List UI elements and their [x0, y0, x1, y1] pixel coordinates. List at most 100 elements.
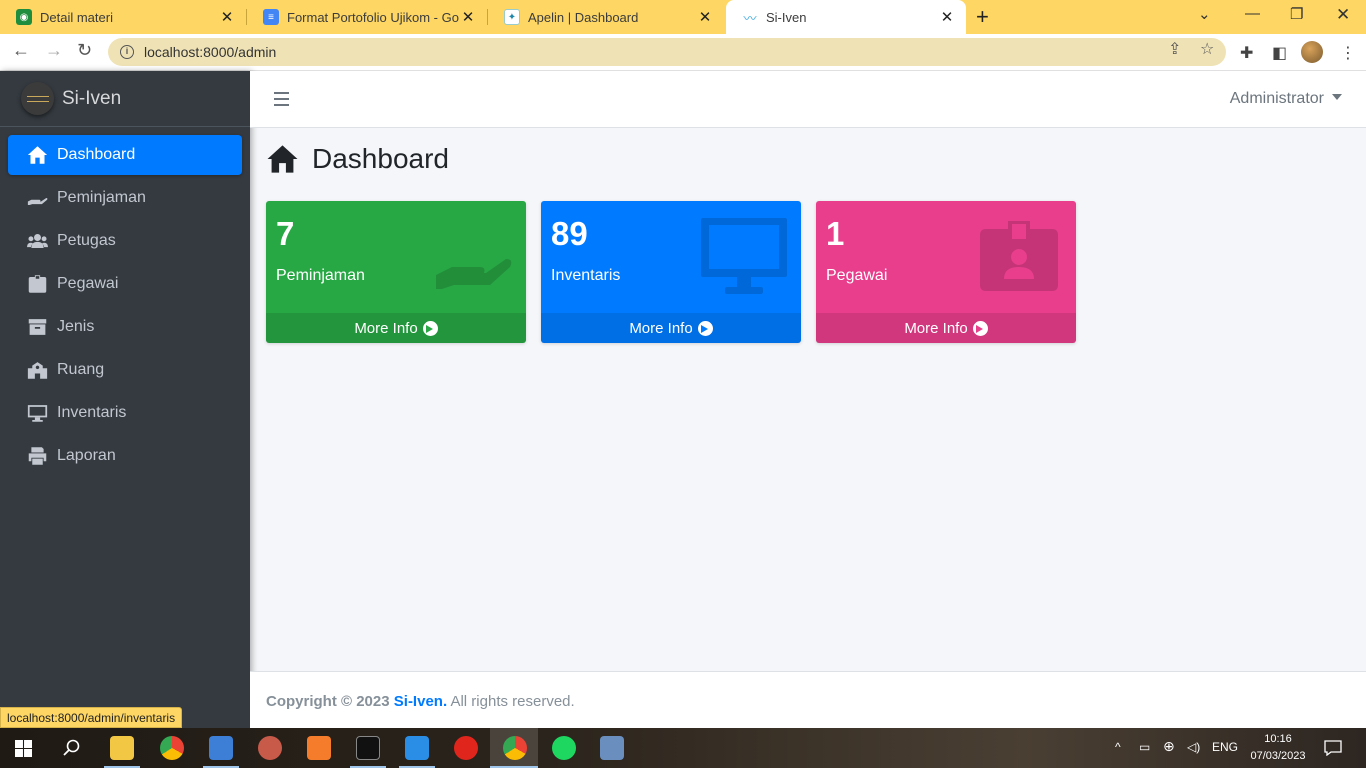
- browser-tab-strip: ◉ Detail materi ✕ ≡ Format Portofolio Uj…: [0, 0, 1366, 34]
- stat-label: Peminjaman: [276, 267, 365, 284]
- stat-value: 1: [826, 215, 845, 252]
- clock-time: 10:16: [1264, 733, 1292, 745]
- menu-toggle-icon[interactable]: [274, 92, 289, 106]
- network-globe-icon[interactable]: ⊕: [1163, 738, 1175, 755]
- windows-taskbar: ^ ▭ ⊕ ◁) ENG 10:16 07/03/2023: [0, 728, 1366, 768]
- sidebar-item-label: Petugas: [57, 232, 116, 249]
- sidebar-item-ruang[interactable]: Ruang: [8, 350, 242, 390]
- url-text: localhost:8000/admin: [144, 44, 277, 60]
- sidebar-item-jenis[interactable]: Jenis: [8, 307, 242, 347]
- footer-brand-link[interactable]: Si-Iven.: [394, 693, 447, 710]
- close-tab-icon[interactable]: ✕: [938, 8, 956, 26]
- more-info-label: More Info: [354, 319, 418, 337]
- more-info-link[interactable]: More Info: [541, 313, 801, 343]
- sidebar-item-peminjaman[interactable]: Peminjaman: [8, 178, 242, 218]
- bookmark-star-icon[interactable]: ☆: [1200, 39, 1214, 59]
- share-icon[interactable]: ⇪: [1168, 39, 1181, 59]
- search-icon[interactable]: [63, 739, 81, 757]
- remote-desktop-icon[interactable]: [600, 736, 624, 760]
- restore-button[interactable]: ❐: [1290, 5, 1303, 23]
- arrow-circle-right-icon: [697, 320, 713, 336]
- sidebar-nav: Dashboard Peminjaman Petugas Pegawai Jen…: [0, 127, 250, 476]
- tab-title: Apelin | Dashboard: [528, 9, 639, 25]
- url-bar[interactable]: i localhost:8000/admin: [108, 38, 1226, 66]
- hand-holding-icon: [436, 259, 512, 289]
- top-navbar: Administrator: [250, 71, 1366, 128]
- profile-avatar[interactable]: [1301, 41, 1323, 63]
- stat-box-pegawai: 1 Pegawai More Info: [816, 201, 1076, 343]
- chevron-up-icon[interactable]: ^: [1115, 740, 1121, 754]
- close-tab-icon[interactable]: ✕: [218, 8, 236, 26]
- stat-value: 7: [276, 215, 295, 252]
- system-clock[interactable]: 10:16 07/03/2023: [1246, 731, 1310, 765]
- browser-tab-active[interactable]: 〰 Si-Iven ✕: [726, 0, 966, 34]
- browser-tab[interactable]: ✦ Apelin | Dashboard ✕: [488, 0, 724, 34]
- site-info-icon[interactable]: i: [120, 45, 134, 59]
- classroom-icon: ◉: [16, 9, 32, 25]
- close-tab-icon[interactable]: ✕: [696, 8, 714, 26]
- home-icon: [27, 146, 48, 164]
- browser-tab[interactable]: ≡ Format Portofolio Ujikom - Goog ✕: [247, 0, 487, 34]
- sidebar-item-inventaris[interactable]: Inventaris: [8, 393, 242, 433]
- language-indicator[interactable]: ENG: [1212, 740, 1238, 754]
- opera-icon[interactable]: [454, 736, 478, 760]
- battery-icon[interactable]: ▭: [1139, 740, 1150, 754]
- windows-start-icon[interactable]: [15, 740, 32, 757]
- forward-button[interactable]: →: [45, 40, 63, 61]
- volume-icon[interactable]: ◁): [1187, 740, 1200, 754]
- paint-icon[interactable]: [209, 736, 233, 760]
- sidebar-item-label: Dashboard: [57, 146, 136, 163]
- arrow-circle-right-icon: [422, 320, 438, 336]
- close-window-button[interactable]: ✕: [1336, 5, 1350, 25]
- sidebar-item-dashboard[interactable]: Dashboard: [8, 135, 242, 175]
- chrome-icon[interactable]: [160, 736, 184, 760]
- more-info-label: More Info: [904, 319, 968, 337]
- stat-label: Pegawai: [826, 267, 888, 284]
- vscode-icon[interactable]: [405, 736, 429, 760]
- close-tab-icon[interactable]: ✕: [459, 8, 477, 26]
- sidebar-item-petugas[interactable]: Petugas: [8, 221, 242, 261]
- user-name: Administrator: [1229, 90, 1324, 107]
- reload-button[interactable]: ↻: [77, 40, 92, 61]
- more-info-label: More Info: [629, 319, 693, 337]
- tab-search-icon[interactable]: ⌄: [1198, 5, 1211, 23]
- browser-menu-icon[interactable]: ⋮: [1340, 43, 1356, 63]
- home-icon: [267, 145, 298, 173]
- user-dropdown[interactable]: Administrator: [1230, 90, 1342, 108]
- more-info-link[interactable]: More Info: [266, 313, 526, 343]
- page-footer: Copyright © 2023 Si-Iven. All rights res…: [250, 671, 1366, 728]
- desktop-icon: [27, 405, 48, 422]
- stat-value: 89: [551, 215, 588, 252]
- back-button[interactable]: ←: [12, 40, 30, 61]
- tab-title: Format Portofolio Ujikom - Goog: [287, 9, 459, 25]
- stat-box-peminjaman: 7 Peminjaman More Info: [266, 201, 526, 343]
- minimize-button[interactable]: —: [1245, 5, 1260, 22]
- chevron-down-icon: [1332, 94, 1342, 100]
- xampp-icon[interactable]: [307, 736, 331, 760]
- more-info-link[interactable]: More Info: [816, 313, 1076, 343]
- chrome-profile-icon[interactable]: [503, 736, 527, 760]
- desktop-icon: [701, 218, 787, 294]
- sidebar-item-label: Inventaris: [57, 404, 127, 421]
- sidebar-item-pegawai[interactable]: Pegawai: [8, 264, 242, 304]
- address-toolbar: ← → ↻ i localhost:8000/admin ⇪ ☆: [0, 34, 1366, 71]
- clock-date: 07/03/2023: [1250, 750, 1306, 762]
- spotify-icon[interactable]: [552, 736, 576, 760]
- print-icon: [28, 447, 47, 465]
- snipping-tool-icon[interactable]: [258, 736, 282, 760]
- browser-tab[interactable]: ◉ Detail materi ✕: [0, 0, 246, 34]
- link-hover-status: localhost:8000/admin/inventaris: [0, 707, 183, 728]
- page-title-text: Dashboard: [312, 143, 449, 174]
- new-tab-button[interactable]: +: [976, 4, 989, 30]
- terminal-icon[interactable]: [356, 736, 380, 760]
- footer-copyright: Copyright © 2023: [266, 693, 390, 710]
- notification-icon[interactable]: [1324, 740, 1342, 756]
- file-explorer-icon[interactable]: [110, 736, 134, 760]
- side-panel-icon[interactable]: ◧: [1272, 43, 1287, 63]
- sidebar-item-label: Laporan: [57, 447, 116, 464]
- brand-link[interactable]: Si-Iven: [0, 71, 250, 127]
- sidebar-item-laporan[interactable]: Laporan: [8, 436, 242, 476]
- extensions-icon[interactable]: ✚: [1240, 43, 1253, 63]
- users-icon: [27, 234, 48, 248]
- id-badge-icon: [28, 275, 47, 293]
